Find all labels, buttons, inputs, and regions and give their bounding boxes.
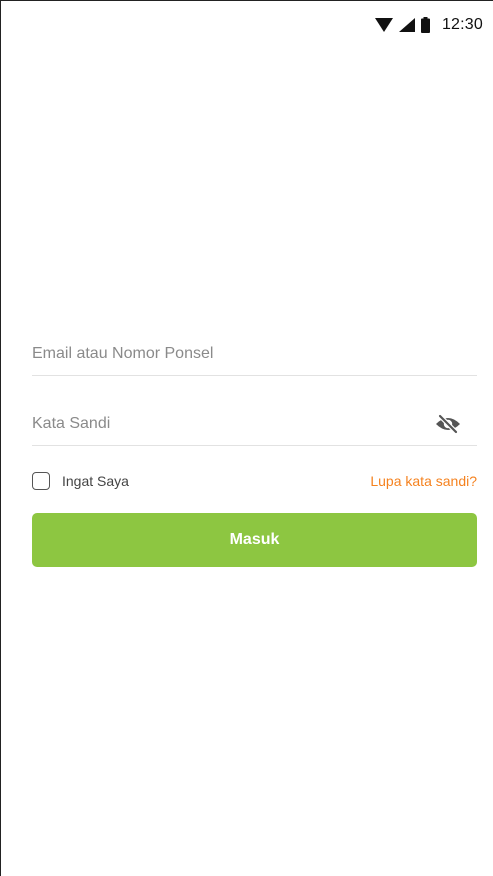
email-input[interactable] (32, 344, 412, 363)
remember-checkbox[interactable] (32, 472, 50, 490)
login-button[interactable]: Masuk (32, 513, 477, 567)
forgot-password-link[interactable]: Lupa kata sandi? (370, 473, 477, 489)
email-field (32, 332, 477, 376)
wifi-icon (374, 18, 393, 32)
login-screen: 12:30 Ingat Saya Lupa kata sandi? Masuk (0, 0, 493, 876)
signal-icon (398, 18, 415, 32)
status-time: 12:30 (441, 16, 483, 33)
remember-row: Ingat Saya Lupa kata sandi? (32, 467, 477, 495)
password-field (32, 402, 477, 446)
remember-me[interactable]: Ingat Saya (32, 472, 129, 490)
password-input[interactable] (32, 414, 412, 433)
battery-icon (420, 17, 430, 33)
remember-label: Ingat Saya (62, 473, 129, 489)
eye-off-icon[interactable] (433, 409, 463, 439)
status-bar: 12:30 (374, 13, 483, 37)
